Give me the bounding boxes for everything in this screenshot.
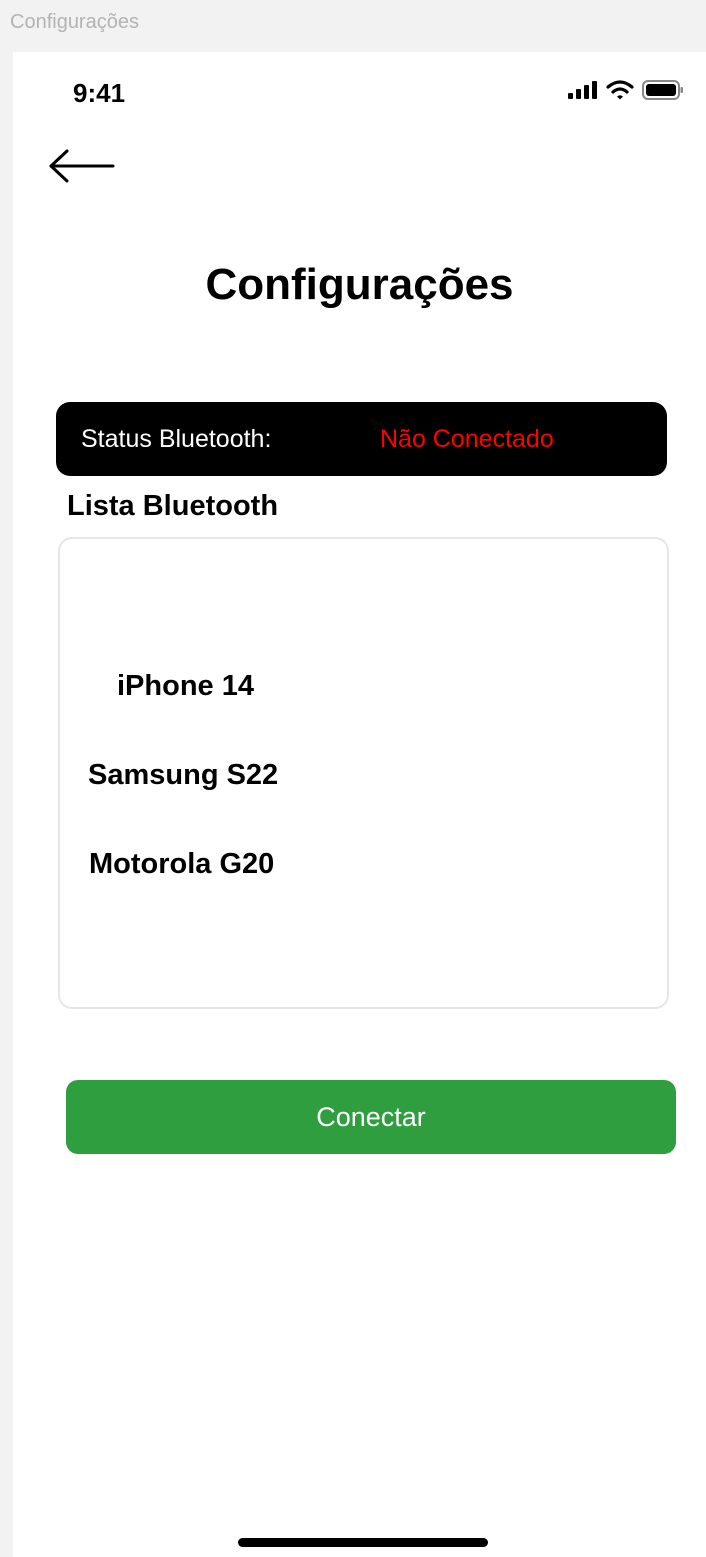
status-bar: 9:41 xyxy=(13,52,706,136)
status-time: 9:41 xyxy=(73,78,126,108)
battery-icon xyxy=(642,80,683,100)
phone-screen: 9:41 Configurações Status Bluetooth: Não… xyxy=(13,52,706,1557)
arrow-left-icon xyxy=(49,149,115,183)
bluetooth-status-label: Status Bluetooth: xyxy=(81,425,272,453)
bluetooth-list-heading: Lista Bluetooth xyxy=(67,490,279,522)
connect-button[interactable]: Conectar xyxy=(66,1080,676,1154)
device-item-samsung-s22[interactable]: Samsung S22 xyxy=(88,759,278,792)
window-title: Configurações xyxy=(10,11,139,33)
device-item-motorola-g20[interactable]: Motorola G20 xyxy=(89,848,274,881)
back-button[interactable] xyxy=(47,146,117,186)
bluetooth-status-panel: Status Bluetooth: Não Conectado xyxy=(56,402,667,476)
bluetooth-device-list: iPhone 14 Samsung S22 Motorola G20 xyxy=(58,537,669,1009)
home-indicator xyxy=(238,1538,488,1547)
wifi-icon xyxy=(606,80,634,100)
bluetooth-status-value: Não Conectado xyxy=(380,425,554,453)
status-icons xyxy=(568,80,684,100)
device-item-iphone-14[interactable]: iPhone 14 xyxy=(117,670,254,703)
signal-icon xyxy=(568,81,597,99)
page-title: Configurações xyxy=(205,260,514,309)
